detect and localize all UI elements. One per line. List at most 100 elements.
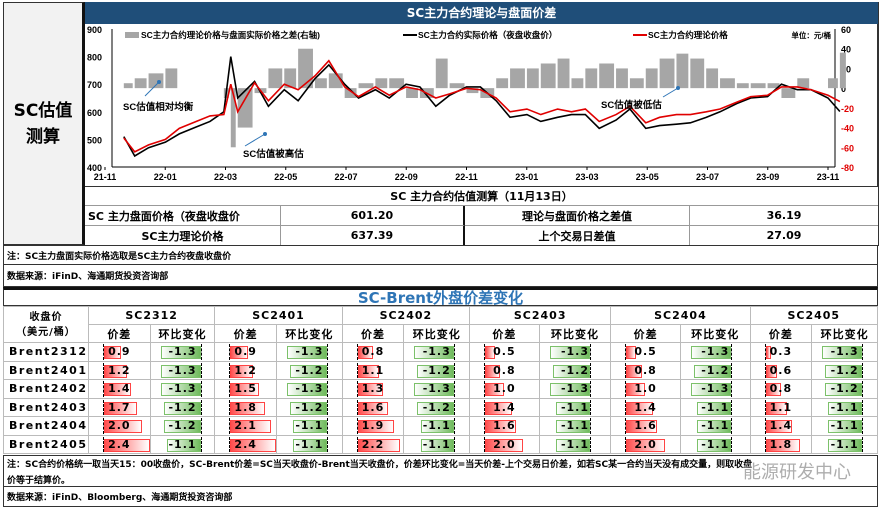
diff-bar [676,53,689,89]
table-row: Brent2405 2.4 -1.1 2.4 -1.1 2.2 -1.1 2.0 -1.1 2.0… [3,434,878,454]
spread-cell: 1.2 [214,360,278,380]
change-cell: -1.3 [403,379,471,399]
y-right-tick-label: -60 [841,143,854,153]
change-cell: -1.3 [679,379,751,399]
diff-bar [616,68,628,89]
diff-bar [510,68,525,89]
spread-cell: 1.5 [214,379,278,399]
change-cell: -1.1 [149,434,216,454]
contract-header: SC2405 [749,306,879,325]
diff-bar [828,78,838,89]
spread-cell: 2.0 [610,434,681,454]
contract-header: SC2402 [341,306,471,325]
x-tick-label: 22-11 [455,172,478,182]
y-left-tick-label: 500 [87,135,102,145]
spread-cell: 0.3 [749,342,813,362]
x-tick-label: 23-05 [636,172,659,182]
x-tick-label: 23-09 [756,172,779,182]
spread-cell: 2.0 [469,434,540,454]
change-cell: -1.2 [403,360,471,380]
annotation-undervalued-arrowhead [676,86,680,90]
row-label: Brent2405 [3,434,89,454]
diff-bar [449,83,465,89]
market-price-value: 601.20 [280,206,465,226]
spread-header: 价差 [341,324,405,343]
table-row: Brent2402 1.4 -1.3 1.5 -1.3 1.3 -1.3 1.0 -1.3 1.0… [3,379,878,399]
change-cell: -1.3 [149,342,216,362]
spread-cell: 2.4 [214,434,278,454]
diff-bar [720,78,735,89]
diff-bar [165,68,178,89]
diff-bar [314,78,327,89]
prev-spread-value: 27.09 [690,226,878,246]
market-price-label: SC 主力盘面价格（夜盘收盘价 [85,206,280,226]
spread-header: 价差 [469,324,540,343]
brent-title: SC-Brent外盘价差变化 [3,287,878,306]
spread-cell: 0.9 [87,342,151,362]
corner-header: 收盘价 （美元/桶） [3,306,89,343]
table-row: Brent2312 0.9 -1.3 0.9 -1.3 0.8 -1.3 0.5 -1.3 0.5… [3,342,878,362]
x-tick-label: 23-11 [817,172,840,182]
y-left-tick-label: 900 [87,25,102,35]
y-right-tick-label: -40 [841,124,854,134]
change-cell: -1.2 [276,360,343,380]
spread-cell: 2.4 [87,434,151,454]
diff-bar [750,83,766,89]
change-cell: -1.3 [276,379,343,399]
x-tick-label: 23-07 [696,172,719,182]
diff-bar [435,58,448,89]
change-cell: -1.1 [679,434,751,454]
valuation-side-label: SC估值 测算 [3,2,85,245]
spread-cell: 1.8 [214,397,278,417]
valuation-note: 注：SC主力盘面实际价格选取是SC主力合约夜盘收盘价 [3,245,878,265]
change-header: 环比变化 [276,324,343,343]
spread-cell: 1.2 [87,360,151,380]
row-label: Brent2401 [3,360,89,380]
annotation-overvalued: SC估值被高估 [243,148,304,160]
spread-cell: 2.2 [341,434,405,454]
diff-bar [557,58,570,89]
annotation-overvalued-arrow [244,133,266,147]
table-row: Brent2403 1.7 -1.2 1.8 -1.2 1.6 -1.2 1.4 -1.1 1.4… [3,397,878,417]
change-cell: -1.1 [403,434,471,454]
spread-cell: 1.7 [87,397,151,417]
spread-cell: 1.0 [469,379,540,399]
change-header: 环比变化 [403,324,471,343]
spread-cell: 0.5 [610,342,681,362]
x-tick-label: 22-01 [154,172,177,182]
diff-bar [123,83,133,89]
diff-bar [496,78,509,89]
change-header: 环比变化 [149,324,216,343]
row-label: Brent2312 [3,342,89,362]
legend-theory: SC主力合约理论价格 [648,30,728,40]
change-cell: -1.3 [679,342,751,362]
theory-price-value: 637.39 [280,226,465,246]
change-cell: -1.1 [538,416,612,436]
change-cell: -1.3 [276,342,343,362]
y-right-tick-label: -20 [841,104,854,114]
chart-title: SC主力合约理论与盘面价差 [85,2,878,24]
diff-bar [526,68,539,89]
side-label-line2: 测算 [25,126,60,147]
change-cell: -1.1 [403,416,471,436]
spread-cell: 1.4 [87,379,151,399]
change-cell: -1.2 [403,397,471,417]
spread-cell: 0.5 [469,342,540,362]
annotation-balanced: SC估值相对均衡 [123,101,194,113]
annotation-undervalued: SC估值被低估 [601,99,662,111]
diff-bar [571,78,584,89]
contract-header: SC2404 [610,306,751,325]
spread-cell: 2.1 [214,416,278,436]
diff-bar [599,63,615,89]
y-right-tick-label: -80 [841,163,854,173]
change-header: 环比变化 [811,324,878,343]
annotation-overvalued-arrowhead [263,132,267,136]
spread-cell: 1.0 [610,379,681,399]
diff-bar [148,73,164,89]
change-cell: -1.1 [811,434,878,454]
spread-cell: 1.4 [749,416,813,436]
spread-header: 价差 [87,324,151,343]
change-cell: -1.3 [538,379,612,399]
spread-cell: 1.1 [341,360,405,380]
spread-cell: 1.3 [341,379,405,399]
